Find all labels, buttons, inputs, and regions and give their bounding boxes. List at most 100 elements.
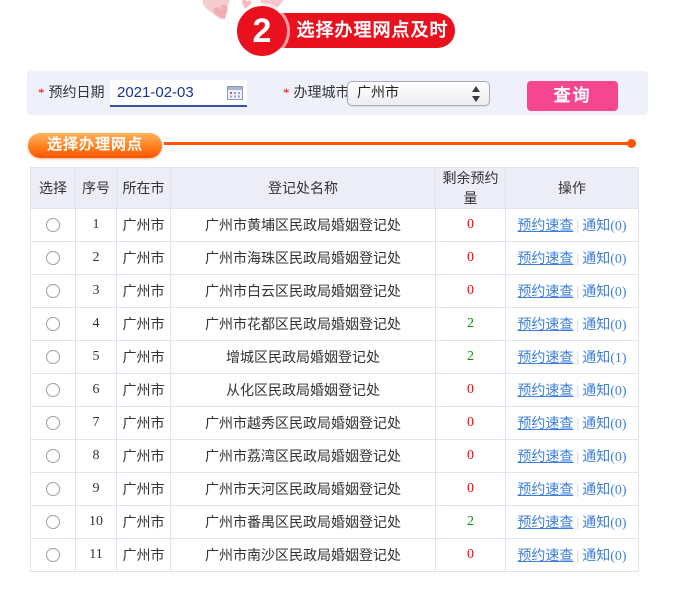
notice-link[interactable]: 通知(0): [582, 549, 626, 564]
col-header-remaining: 剩余预约量: [435, 167, 506, 209]
link-separator: |: [576, 417, 580, 432]
table-row: 5 广州市 增城区民政局婚姻登记处 2 预约速查 | 通知(1): [30, 340, 639, 374]
registry-table: 选择 序号 所在市 登记处名称 剩余预约量 操作 1 广州市 广州市黄埔区民政局…: [30, 167, 639, 572]
row-registry-name: 广州市黄埔区民政局婚姻登记处: [170, 208, 436, 242]
row-city: 广州市: [116, 208, 171, 242]
select-radio[interactable]: [46, 316, 60, 331]
row-city: 广州市: [116, 274, 171, 308]
notice-link[interactable]: 通知(0): [582, 384, 626, 399]
row-number: 9: [75, 472, 117, 506]
row-remaining-count: 0: [435, 472, 506, 506]
row-remaining-count: 2: [435, 307, 506, 341]
link-separator: |: [576, 384, 580, 399]
notice-link[interactable]: 通知(0): [582, 483, 626, 498]
page: ♥ ♥ ♥ ♥ 选择办理网点及时间 2 *预约日期 2021-02-03 *办理…: [0, 0, 675, 591]
row-city: 广州市: [116, 406, 171, 440]
reserve-check-link[interactable]: 预约速查: [517, 384, 573, 399]
reserve-check-link[interactable]: 预约速查: [517, 549, 573, 564]
notice-link[interactable]: 通知(0): [582, 450, 626, 465]
row-city: 广州市: [116, 439, 171, 473]
reserve-check-link[interactable]: 预约速查: [517, 252, 573, 267]
row-registry-name: 广州市荔湾区民政局婚姻登记处: [170, 439, 436, 473]
select-radio[interactable]: [46, 382, 60, 397]
select-radio[interactable]: [46, 415, 60, 430]
select-radio[interactable]: [46, 217, 60, 232]
link-separator: |: [576, 549, 580, 564]
query-button[interactable]: 查询: [527, 81, 618, 111]
notice-link[interactable]: 通知(0): [582, 219, 626, 234]
notice-link[interactable]: 通知(0): [582, 318, 626, 333]
link-separator: |: [576, 351, 580, 366]
date-value: 2021-02-03: [117, 84, 194, 101]
reserve-check-link[interactable]: 预约速查: [517, 483, 573, 498]
reserve-check-link[interactable]: 预约速查: [517, 417, 573, 432]
link-separator: |: [576, 483, 580, 498]
row-remaining-count: 0: [435, 538, 506, 572]
row-city: 广州市: [116, 340, 171, 374]
row-remaining-count: 0: [435, 274, 506, 308]
row-registry-name: 广州市白云区民政局婚姻登记处: [170, 274, 436, 308]
required-marker: *: [283, 85, 290, 100]
col-header-no: 序号: [75, 167, 117, 209]
required-marker: *: [38, 85, 45, 100]
table-row: 11 广州市 广州市南沙区民政局婚姻登记处 0 预约速查 | 通知(0): [30, 538, 639, 572]
row-number: 5: [75, 340, 117, 374]
select-radio[interactable]: [46, 514, 60, 529]
date-input[interactable]: 2021-02-03: [110, 80, 247, 107]
link-separator: |: [576, 318, 580, 333]
city-select-value: 广州市: [357, 86, 399, 101]
reserve-check-link[interactable]: 预约速查: [517, 318, 573, 333]
notice-link[interactable]: 通知(0): [582, 285, 626, 300]
col-header-name: 登记处名称: [170, 167, 436, 209]
filter-bar: * 预约日期 2021-02-03 * 办理城市 广州市 查询: [27, 71, 648, 115]
col-header-ops: 操作: [505, 167, 639, 209]
notice-link[interactable]: 通知(1): [582, 351, 626, 366]
row-city: 广州市: [116, 472, 171, 506]
select-radio[interactable]: [46, 349, 60, 364]
table-row: 10 广州市 广州市番禺区民政局婚姻登记处 2 预约速查 | 通知(0): [30, 505, 639, 539]
city-select[interactable]: 广州市: [347, 81, 490, 106]
reserve-check-link[interactable]: 预约速查: [517, 450, 573, 465]
select-stepper-icon: [472, 86, 480, 102]
row-registry-name: 广州市花都区民政局婚姻登记处: [170, 307, 436, 341]
reserve-check-link[interactable]: 预约速查: [517, 516, 573, 531]
notice-link[interactable]: 通知(0): [582, 417, 626, 432]
link-separator: |: [576, 516, 580, 531]
city-label: * 办理城市: [283, 85, 350, 101]
row-registry-name: 广州市越秀区民政局婚姻登记处: [170, 406, 436, 440]
notice-link[interactable]: 通知(0): [582, 516, 626, 531]
select-radio[interactable]: [46, 250, 60, 265]
row-city: 广州市: [116, 538, 171, 572]
notice-link[interactable]: 通知(0): [582, 252, 626, 267]
table-header-row: 选择 序号 所在市 登记处名称 剩余预约量 操作: [30, 167, 639, 209]
calendar-icon[interactable]: [227, 85, 243, 100]
select-radio[interactable]: [46, 283, 60, 298]
row-remaining-count: 0: [435, 406, 506, 440]
select-radio[interactable]: [46, 547, 60, 562]
row-remaining-count: 0: [435, 439, 506, 473]
table-row: 8 广州市 广州市荔湾区民政局婚姻登记处 0 预约速查 | 通知(0): [30, 439, 639, 473]
row-number: 3: [75, 274, 117, 308]
link-separator: |: [576, 450, 580, 465]
row-number: 4: [75, 307, 117, 341]
reserve-check-link[interactable]: 预约速查: [517, 351, 573, 366]
row-number: 1: [75, 208, 117, 242]
select-radio[interactable]: [46, 481, 60, 496]
row-city: 广州市: [116, 307, 171, 341]
date-label: * 预约日期: [38, 85, 105, 101]
section-divider-line: [164, 142, 630, 145]
reserve-check-link[interactable]: 预约速查: [517, 285, 573, 300]
row-remaining-count: 2: [435, 340, 506, 374]
select-radio[interactable]: [46, 448, 60, 463]
section-divider-dot: [627, 139, 636, 148]
table-row: 7 广州市 广州市越秀区民政局婚姻登记处 0 预约速查 | 通知(0): [30, 406, 639, 440]
section-title: 选择办理网点: [28, 133, 162, 158]
col-header-select: 选择: [30, 167, 76, 209]
reserve-check-link[interactable]: 预约速查: [517, 219, 573, 234]
table-row: 6 广州市 从化区民政局婚姻登记处 0 预约速查 | 通知(0): [30, 373, 639, 407]
row-registry-name: 增城区民政局婚姻登记处: [170, 340, 436, 374]
col-header-city: 所在市: [116, 167, 171, 209]
row-city: 广州市: [116, 505, 171, 539]
row-registry-name: 广州市番禺区民政局婚姻登记处: [170, 505, 436, 539]
row-registry-name: 从化区民政局婚姻登记处: [170, 373, 436, 407]
